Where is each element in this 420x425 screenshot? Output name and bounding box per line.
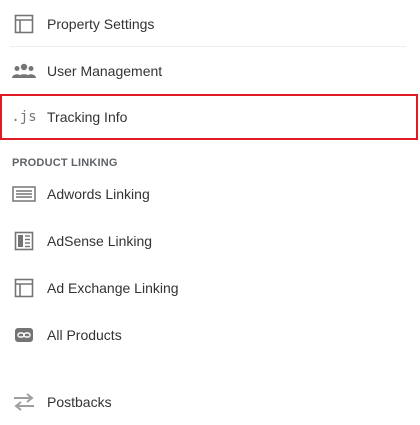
- menu-item-property-settings[interactable]: Property Settings: [0, 0, 420, 47]
- link-icon: [12, 323, 36, 347]
- users-icon: [12, 59, 36, 83]
- menu-item-label: All Products: [47, 326, 122, 343]
- menu-item-label: Property Settings: [47, 15, 155, 32]
- menu-item-adsense-linking[interactable]: AdSense Linking: [0, 217, 420, 264]
- section-header-product-linking: PRODUCT LINKING: [12, 157, 118, 169]
- js-icon: .js: [11, 109, 37, 125]
- menu-item-all-products[interactable]: All Products: [0, 311, 420, 358]
- menu-item-label: AdSense Linking: [47, 232, 153, 249]
- property-settings-icon: [12, 12, 36, 36]
- menu-item-postbacks[interactable]: Postbacks: [0, 378, 420, 425]
- menu-item-label: Adwords Linking: [47, 185, 150, 202]
- menu-item-label: User Management: [47, 62, 163, 79]
- menu-item-adwords-linking[interactable]: Adwords Linking: [0, 170, 420, 217]
- menu-item-label: Ad Exchange Linking: [47, 279, 179, 296]
- menu-item-label: Tracking Info: [47, 109, 128, 125]
- adwords-icon: [12, 182, 36, 206]
- menu-item-label: Postbacks: [47, 393, 112, 410]
- ad-exchange-icon: [12, 276, 36, 300]
- menu-item-ad-exchange-linking[interactable]: Ad Exchange Linking: [0, 264, 420, 311]
- menu-item-tracking-info[interactable]: .js Tracking Info: [0, 94, 418, 140]
- menu-item-user-management[interactable]: User Management: [0, 47, 420, 94]
- adsense-icon: [12, 229, 36, 253]
